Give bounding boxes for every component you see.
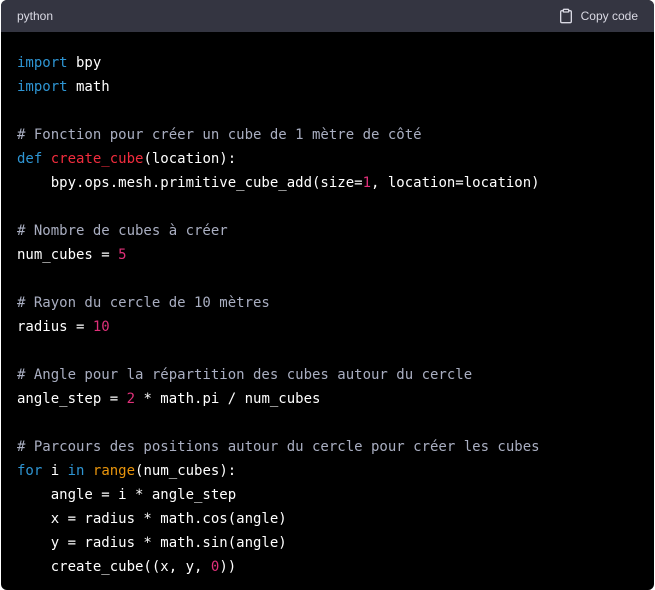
- code-line: # Rayon du cercle de 10 mètres: [17, 291, 638, 315]
- code-line: angle_step = 2 * math.pi / num_cubes: [17, 387, 638, 411]
- code-line: bpy.ops.mesh.primitive_cube_add(size=1, …: [17, 171, 638, 195]
- code-token: bpy.ops.mesh.primitive_cube_add(size=: [17, 175, 363, 191]
- code-line: def create_cube(location):: [17, 147, 638, 171]
- code-line: ​: [17, 267, 638, 291]
- code-line: ​: [17, 195, 638, 219]
- code-token: angle_step =: [17, 391, 127, 407]
- copy-code-button[interactable]: Copy code: [558, 8, 638, 24]
- code-line: for i in range(num_cubes):: [17, 459, 638, 483]
- code-line: # Angle pour la répartition des cubes au…: [17, 363, 638, 387]
- code-token: * math.pi / num_cubes: [135, 391, 321, 407]
- code-token: # Parcours des positions autour du cercl…: [17, 439, 540, 455]
- code-token: num_cubes =: [17, 247, 119, 263]
- code-token: create_cube: [50, 151, 144, 167]
- code-token: y = radius * math.sin(angle): [17, 535, 287, 551]
- code-token: 2: [126, 391, 136, 407]
- code-line: ​: [17, 339, 638, 363]
- code-header: python Copy code: [1, 0, 654, 32]
- code-line: create_cube((x, y, 0)): [17, 555, 638, 579]
- code-token: # Fonction pour créer un cube de 1 mètre…: [17, 127, 422, 143]
- code-token: , location=location): [371, 175, 540, 191]
- code-token: in: [67, 463, 85, 479]
- code-line: ​: [17, 411, 638, 435]
- code-line: radius = 10: [17, 315, 638, 339]
- code-content: import bpyimport math​# Fonction pour cr…: [1, 32, 654, 579]
- code-token: # Rayon du cercle de 10 mètres: [17, 295, 270, 311]
- code-line: num_cubes = 5: [17, 243, 638, 267]
- code-line: x = radius * math.cos(angle): [17, 507, 638, 531]
- code-language-label: python: [17, 9, 54, 23]
- code-token: range: [92, 463, 136, 479]
- code-block: python Copy code import bpyimport math​#…: [1, 0, 654, 590]
- code-token: (num_cubes):: [135, 463, 237, 479]
- code-line: ​: [17, 99, 638, 123]
- code-token: # Angle pour la répartition des cubes au…: [17, 367, 473, 383]
- code-line: # Parcours des positions autour du cercl…: [17, 435, 638, 459]
- clipboard-icon: [559, 8, 572, 24]
- code-token: math: [67, 79, 110, 95]
- code-line: import bpy: [17, 51, 638, 75]
- code-token: )): [219, 559, 237, 575]
- code-token: 1: [362, 175, 372, 191]
- code-token: angle = i * angle_step: [17, 487, 237, 503]
- code-token: 10: [92, 319, 110, 335]
- code-line: # Nombre de cubes à créer: [17, 219, 638, 243]
- code-token: 5: [118, 247, 127, 263]
- code-token: x = radius * math.cos(angle): [17, 511, 287, 527]
- code-token: # Nombre de cubes à créer: [17, 223, 228, 239]
- code-token: import: [17, 55, 68, 71]
- code-line: # Fonction pour créer un cube de 1 mètre…: [17, 123, 638, 147]
- code-token: i: [42, 463, 68, 479]
- code-token: (location):: [143, 151, 237, 167]
- code-line: import math: [17, 75, 638, 99]
- code-token: bpy: [67, 55, 102, 71]
- code-token: create_cube((x, y,: [17, 559, 211, 575]
- code-token: radius =: [17, 319, 93, 335]
- code-token: for: [17, 463, 43, 479]
- code-line: y = radius * math.sin(angle): [17, 531, 638, 555]
- code-line: angle = i * angle_step: [17, 483, 638, 507]
- code-token: def: [17, 151, 43, 167]
- copy-code-label: Copy code: [580, 9, 638, 23]
- code-token: import: [17, 79, 68, 95]
